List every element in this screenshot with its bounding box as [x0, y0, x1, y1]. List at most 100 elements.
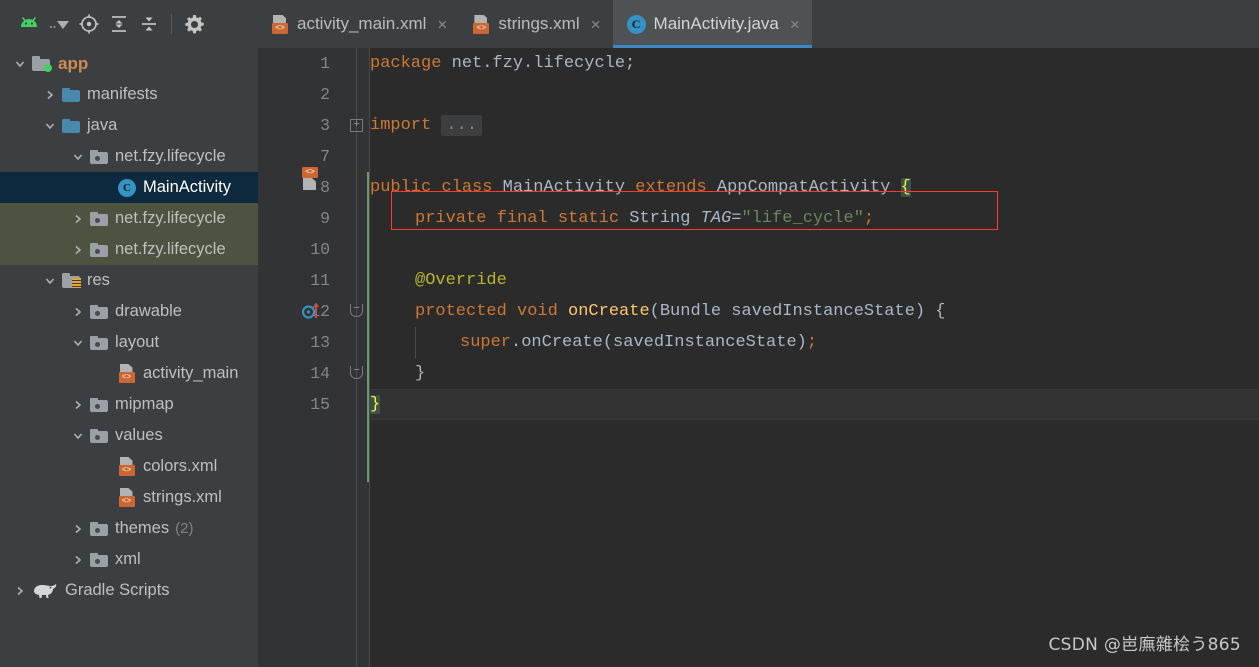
tree-item-app[interactable]: app [0, 48, 258, 79]
tab-close-icon[interactable]: × [790, 16, 800, 33]
tree-item-label: manifests [87, 85, 158, 103]
tree-item-package-androidtest[interactable]: net.fzy.lifecycle [0, 203, 258, 234]
tree-item-activity-main[interactable]: <> activity_main [0, 358, 258, 389]
chevron-right-icon[interactable] [68, 244, 88, 256]
chevron-right-icon[interactable] [68, 523, 88, 535]
tree-item-package-main[interactable]: net.fzy.lifecycle [0, 141, 258, 172]
line-number: 1 [320, 54, 330, 73]
override-annotation: @Override [415, 271, 507, 290]
expand-all-icon[interactable] [104, 9, 134, 39]
tree-item-strings-xml[interactable]: <> strings.xml [0, 482, 258, 513]
tree-item-drawable[interactable]: drawable [0, 296, 258, 327]
tree-item-manifests[interactable]: manifests [0, 79, 258, 110]
collapsed-imports[interactable]: ... [441, 115, 483, 136]
line-number-gutter[interactable]: 1 2 3 7 8 9 10 11 12 13 14 15 <> [258, 48, 343, 667]
tree-item-gradle-scripts[interactable]: Gradle Scripts [0, 575, 258, 606]
chevron-down-icon[interactable] [68, 430, 88, 442]
code-line-12: protected void onCreate(Bundle savedInst… [415, 296, 946, 327]
code-line-9: private final static String TAG="life_cy… [415, 203, 874, 234]
xml-file-icon: <> [116, 364, 138, 383]
line-number: 2 [320, 85, 330, 104]
code-editor[interactable]: 1 2 3 7 8 9 10 11 12 13 14 15 <> + − − p… [258, 48, 1259, 667]
tab-strings-xml[interactable]: <> strings.xml × [459, 0, 612, 48]
fold-collapse-icon[interactable]: − [350, 304, 363, 317]
keyword-super: super [460, 333, 512, 352]
override-method-icon[interactable] [301, 302, 324, 325]
chevron-down-icon[interactable] [68, 151, 88, 163]
tree-item-label: net.fzy.lifecycle [115, 240, 226, 258]
fold-expand-icon[interactable]: + [350, 119, 363, 132]
tree-item-label: mipmap [115, 395, 174, 413]
tree-item-res[interactable]: res [0, 265, 258, 296]
chevron-down-icon[interactable] [40, 120, 60, 132]
tree-item-mainactivity[interactable]: C MainActivity [0, 172, 258, 203]
tree-item-values[interactable]: values [0, 420, 258, 451]
xml-file-icon: <> [116, 488, 138, 507]
tab-label: strings.xml [498, 14, 580, 33]
tab-label: activity_main.xml [297, 14, 427, 33]
tab-close-icon[interactable]: × [437, 16, 447, 33]
tree-item-label: layout [115, 333, 160, 351]
tree-item-layout[interactable]: layout [0, 327, 258, 358]
chevron-right-icon[interactable] [40, 89, 60, 101]
tab-close-icon[interactable]: × [591, 16, 601, 33]
xml-file-icon: <> [272, 14, 289, 34]
semicolon: ; [806, 333, 818, 352]
android-logo-icon[interactable] [14, 9, 44, 39]
tree-item-label: strings.xml [143, 488, 222, 506]
package-folder-icon [88, 304, 110, 319]
tree-item-colors-xml[interactable]: <> colors.xml [0, 451, 258, 482]
tree-item-count: (2) [175, 520, 194, 537]
line-number: 13 [310, 333, 330, 352]
keyword-import: import [370, 116, 432, 135]
assign-operator: = [731, 209, 742, 228]
tree-item-package-test[interactable]: net.fzy.lifecycle [0, 234, 258, 265]
package-folder-icon [88, 335, 110, 350]
code-line-8: public class MainActivity extends AppCom… [370, 172, 911, 203]
chevron-down-icon[interactable] [10, 58, 30, 70]
code-line-3: import ... [370, 110, 483, 141]
tree-item-label: MainActivity [143, 178, 232, 196]
tab-activity-main-xml[interactable]: <> activity_main.xml × [258, 0, 459, 48]
fold-collapse-end-icon[interactable]: − [350, 366, 363, 379]
project-tree-panel[interactable]: app manifests java net.fzy.lifecycle C M… [0, 48, 258, 667]
chevron-right-icon[interactable] [68, 306, 88, 318]
project-view-dropdown[interactable] [44, 9, 74, 39]
tab-mainactivity-java[interactable]: C MainActivity.java × [612, 0, 813, 48]
tree-item-mipmap[interactable]: mipmap [0, 389, 258, 420]
line-number: 14 [310, 364, 330, 383]
keyword-package: package [370, 54, 442, 73]
package-folder-icon [88, 552, 110, 567]
tree-item-label: values [115, 426, 163, 444]
locate-file-icon[interactable] [74, 9, 104, 39]
package-folder-icon [88, 521, 110, 536]
chevron-down-icon[interactable] [40, 275, 60, 287]
package-folder-icon [88, 397, 110, 412]
tree-item-themes[interactable]: themes (2) [0, 513, 258, 544]
semicolon: ; [863, 209, 875, 228]
chevron-right-icon[interactable] [10, 585, 30, 597]
matched-brace-open: { [900, 178, 911, 197]
class-name: MainActivity [502, 178, 626, 197]
xml-file-icon: <> [473, 14, 490, 34]
indent-guide [415, 327, 416, 358]
line-number: 10 [310, 240, 330, 259]
code-folding-strip[interactable]: + − − [343, 48, 370, 667]
line-number: 11 [310, 271, 330, 290]
field-name: TAG [700, 209, 732, 228]
package-folder-icon [88, 242, 110, 257]
keyword-extends: extends [625, 178, 717, 197]
tree-item-xml-folder[interactable]: xml [0, 544, 258, 575]
settings-gear-icon[interactable] [179, 9, 209, 39]
blue-folder-icon [60, 118, 82, 133]
collapse-all-icon[interactable] [134, 9, 164, 39]
code-text-area[interactable]: package net.fzy.lifecycle; import ... pu… [370, 48, 1259, 667]
line-number: 15 [310, 395, 330, 414]
chevron-down-icon[interactable] [68, 337, 88, 349]
chevron-right-icon[interactable] [68, 399, 88, 411]
tree-item-java[interactable]: java [0, 110, 258, 141]
chevron-right-icon[interactable] [68, 213, 88, 225]
chevron-right-icon[interactable] [68, 554, 88, 566]
java-class-icon: C [116, 178, 138, 197]
line-number: 8 [320, 178, 330, 197]
